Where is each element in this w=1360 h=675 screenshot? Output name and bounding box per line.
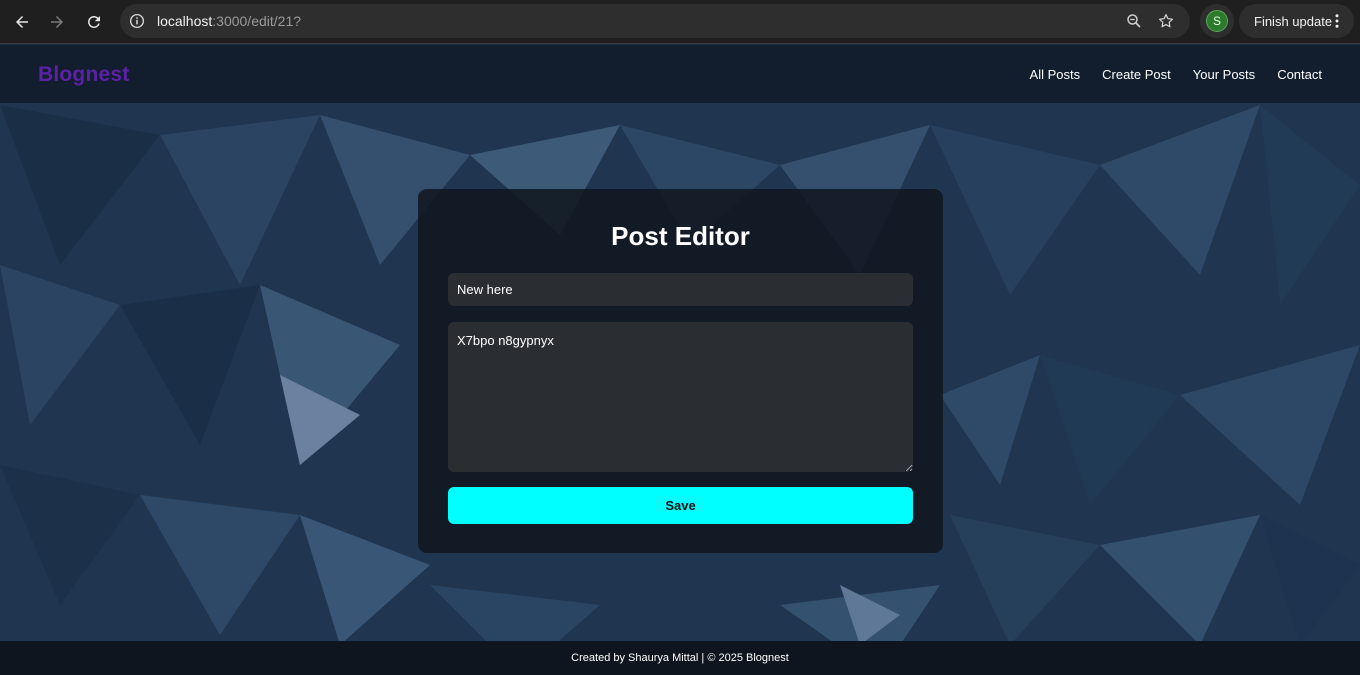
- site-footer: Created by Shaurya Mittal | © 2025 Blogn…: [0, 641, 1360, 675]
- page-title: Post Editor: [611, 221, 750, 251]
- nav-link-your-posts[interactable]: Your Posts: [1193, 67, 1255, 82]
- zoom-icon[interactable]: [1125, 12, 1143, 30]
- post-editor-card: Post Editor X7bpo n8gypnyx Save: [418, 189, 943, 553]
- back-button[interactable]: [8, 8, 36, 36]
- site-navbar: Blognest All Posts Create Post Your Post…: [0, 45, 1360, 103]
- profile-button[interactable]: S: [1200, 4, 1234, 38]
- url-host: localhost: [157, 13, 213, 29]
- finish-update-label: Finish update: [1254, 13, 1333, 29]
- footer-text: Created by Shaurya Mittal | © 2025 Blogn…: [571, 652, 789, 664]
- nav-links: All Posts Create Post Your Posts Contact: [1030, 67, 1322, 82]
- info-icon[interactable]: [128, 12, 146, 30]
- url-path: :3000/edit/21?: [212, 13, 302, 29]
- address-bar[interactable]: localhost:3000/edit/21?: [120, 4, 1190, 38]
- arrow-right-icon: [51, 16, 63, 28]
- url-text: localhost:3000/edit/21?: [157, 13, 301, 29]
- reload-button[interactable]: [80, 8, 108, 36]
- save-button[interactable]: Save: [448, 487, 913, 524]
- nav-link-create-post[interactable]: Create Post: [1102, 67, 1171, 82]
- post-body-textarea[interactable]: X7bpo n8gypnyx: [448, 322, 913, 472]
- more-vert-icon: [1335, 14, 1339, 28]
- browser-toolbar: localhost:3000/edit/21? S Finish update: [0, 0, 1360, 44]
- nav-link-all-posts[interactable]: All Posts: [1030, 67, 1081, 82]
- reload-icon: [87, 15, 100, 28]
- arrow-left-icon: [16, 16, 28, 28]
- nav-link-contact[interactable]: Contact: [1277, 67, 1322, 82]
- avatar: S: [1206, 10, 1228, 32]
- finish-update-button[interactable]: Finish update: [1239, 4, 1354, 38]
- brand-logo[interactable]: Blognest: [38, 63, 129, 87]
- bookmark-star-icon[interactable]: [1157, 12, 1175, 30]
- forward-button[interactable]: [43, 8, 71, 36]
- post-title-input[interactable]: [448, 273, 913, 306]
